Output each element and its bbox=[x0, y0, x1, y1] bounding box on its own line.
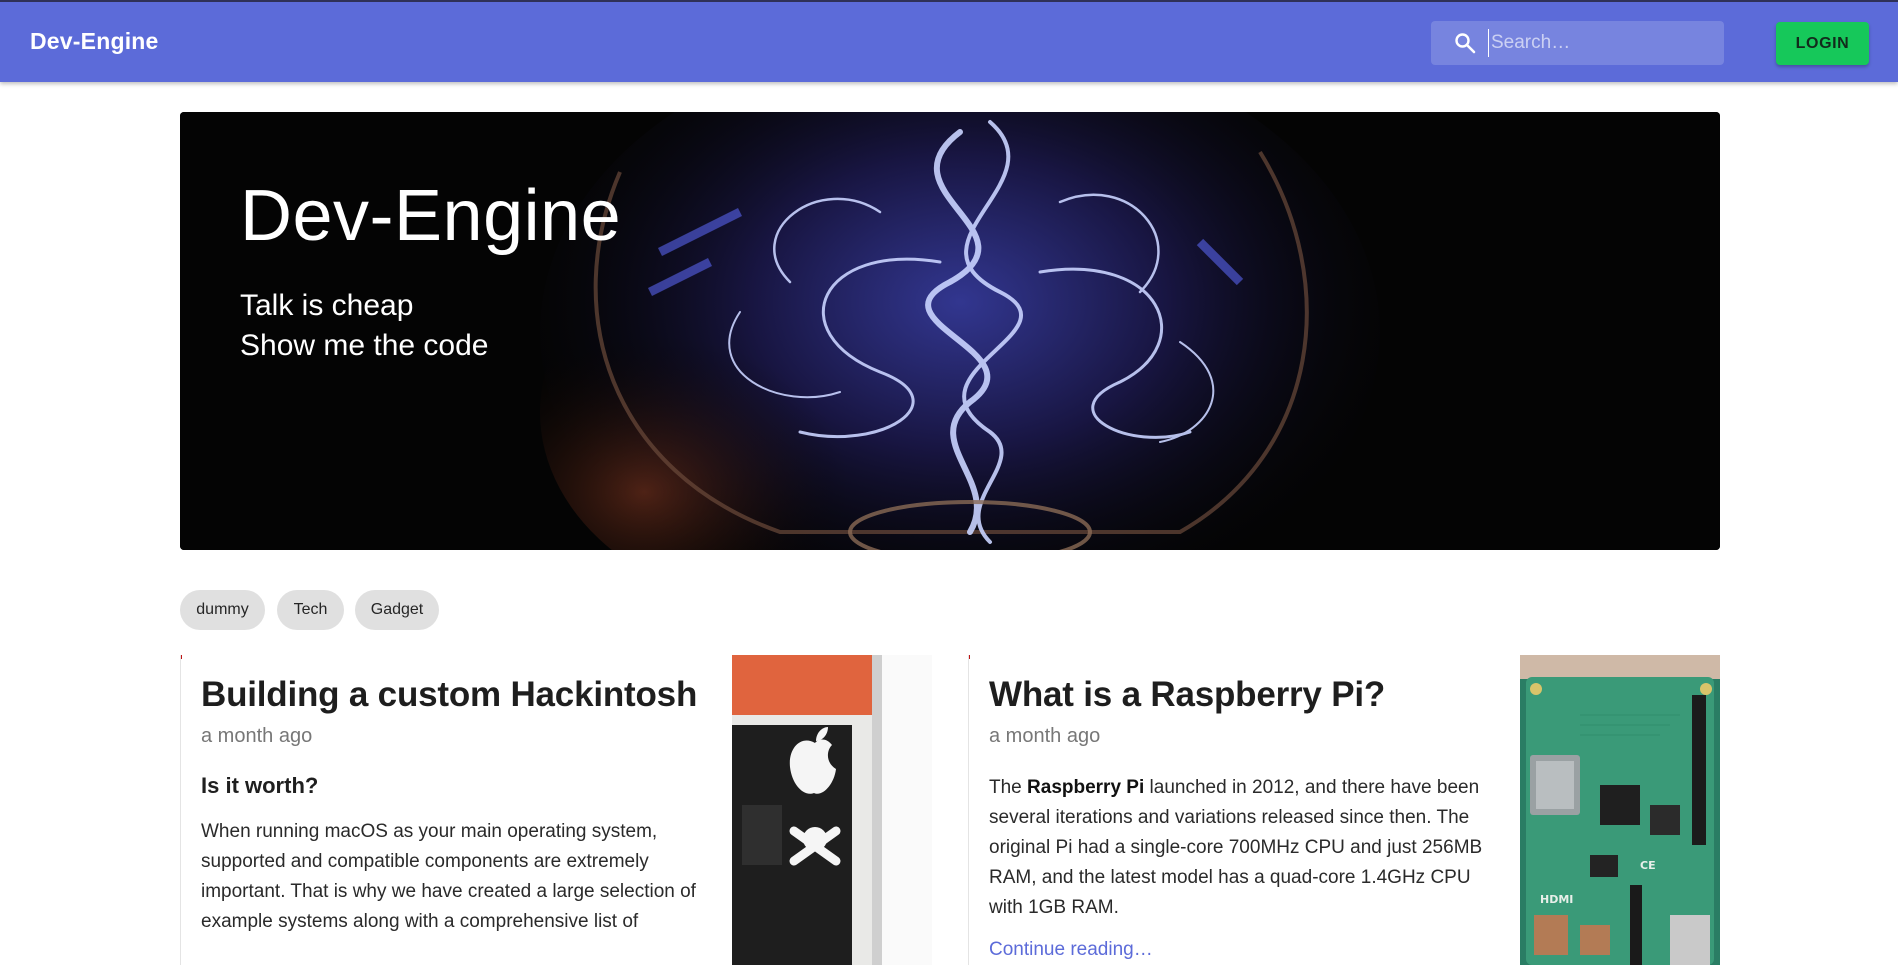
hero-tagline-2: Show me the code bbox=[240, 329, 489, 362]
post-date: a month ago bbox=[989, 725, 1101, 747]
search-input[interactable] bbox=[1488, 29, 1708, 57]
post-excerpt: The Raspberry Pi launched in 2012, and t… bbox=[989, 777, 1483, 918]
chip-tech[interactable]: Tech bbox=[277, 590, 344, 630]
login-button[interactable]: LOGIN bbox=[1776, 22, 1869, 65]
post-card-hackintosh[interactable]: Building a custom Hackintosh a month ago… bbox=[180, 655, 932, 965]
hero-tagline-1: Talk is cheap bbox=[240, 289, 414, 322]
raspberry-pi-image: HDMI CE bbox=[1520, 655, 1720, 965]
continue-reading-link[interactable]: Continue reading… bbox=[989, 939, 1499, 961]
post-card-raspberry-pi[interactable]: What is a Raspberry Pi? a month ago The … bbox=[968, 655, 1720, 965]
svg-text:CE: CE bbox=[1640, 859, 1656, 872]
post-title[interactable]: Building a custom Hackintosh bbox=[201, 675, 711, 715]
chip-dummy[interactable]: dummy bbox=[180, 590, 265, 630]
hero-banner: Dev-Engine Talk is cheap Show me the cod… bbox=[180, 112, 1720, 550]
hackintosh-image bbox=[732, 655, 932, 965]
post-excerpt: When running macOS as your main operatin… bbox=[201, 821, 696, 932]
post-title[interactable]: What is a Raspberry Pi? bbox=[989, 675, 1499, 715]
svg-text:HDMI: HDMI bbox=[1540, 893, 1573, 906]
search-icon bbox=[1455, 33, 1476, 54]
post-subtitle: Is it worth? bbox=[201, 773, 319, 798]
brand-title[interactable]: Dev-Engine bbox=[30, 28, 159, 55]
search-box[interactable] bbox=[1431, 21, 1724, 65]
hero-title: Dev-Engine bbox=[240, 176, 622, 256]
top-app-bar: Dev-Engine LOGIN bbox=[0, 0, 1898, 82]
post-date: a month ago bbox=[201, 725, 313, 747]
chip-gadget[interactable]: Gadget bbox=[355, 590, 439, 630]
